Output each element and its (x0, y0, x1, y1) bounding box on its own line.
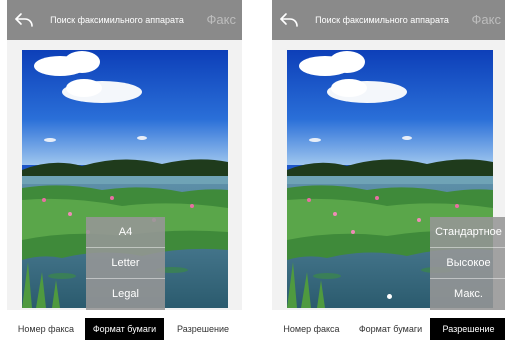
send-fax-button[interactable]: Факс (207, 0, 236, 40)
fax-screen-resolution: Поиск факсимильного аппарата Факс Станда… (272, 0, 505, 340)
paper-size-menu: A4 Letter Legal (86, 217, 165, 310)
paper-size-option-a4[interactable]: A4 (86, 217, 165, 248)
header-title: Поиск факсимильного аппарата (50, 15, 184, 25)
tab-paper-size[interactable]: Формат бумаги (85, 318, 164, 340)
page-indicator-dot (387, 294, 392, 299)
resolution-option-high[interactable]: Высокое (430, 248, 505, 279)
resolution-option-standard[interactable]: Стандартное (430, 217, 505, 248)
fax-screen-paper-size: Поиск факсимильного аппарата Факс A4 Let… (7, 0, 242, 340)
tab-resolution[interactable]: Разрешение (164, 318, 242, 340)
tab-paper-size[interactable]: Формат бумаги (351, 318, 430, 340)
header-bar: Поиск факсимильного аппарата Факс (7, 0, 242, 40)
send-fax-button[interactable]: Факс (472, 0, 501, 40)
bottom-tab-bar: Номер факса Формат бумаги Разрешение (272, 318, 505, 340)
back-arrow-icon[interactable] (13, 9, 35, 31)
tab-fax-number[interactable]: Номер факса (272, 318, 351, 340)
bottom-tab-bar: Номер факса Формат бумаги Разрешение (7, 318, 242, 340)
paper-size-option-legal[interactable]: Legal (86, 279, 165, 310)
tab-fax-number[interactable]: Номер факса (7, 318, 85, 340)
resolution-option-max[interactable]: Макс. (430, 279, 505, 310)
header-title: Поиск факсимильного аппарата (315, 15, 449, 25)
paper-size-option-letter[interactable]: Letter (86, 248, 165, 279)
resolution-menu: Стандартное Высокое Макс. (430, 217, 505, 310)
header-bar: Поиск факсимильного аппарата Факс (272, 0, 505, 40)
back-arrow-icon[interactable] (278, 9, 300, 31)
tab-resolution[interactable]: Разрешение (430, 318, 505, 340)
